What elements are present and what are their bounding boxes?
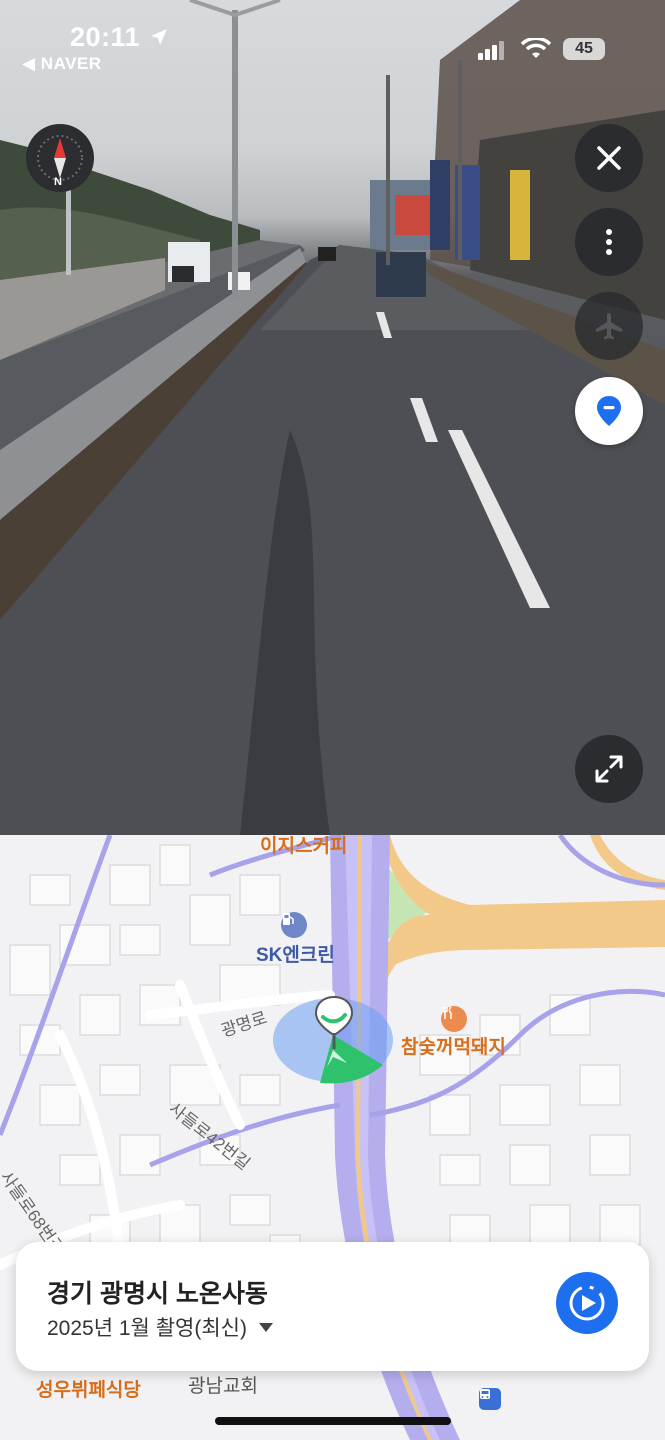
airplane-icon bbox=[596, 313, 622, 340]
caret-down-icon bbox=[258, 1322, 273, 1332]
map-label-bottom-restaurant: 성우뷔페식당 bbox=[36, 1380, 141, 1401]
capture-date-selector[interactable]: 2025년 1월 촬영(최신) bbox=[47, 1312, 273, 1342]
street-scene bbox=[0, 0, 665, 835]
street-view-panorama[interactable]: 20:11 ◀ NAVER 45 N bbox=[0, 0, 665, 835]
map-label-top-poi: 이지스커피 bbox=[260, 836, 348, 857]
play-icon bbox=[569, 1285, 605, 1321]
close-icon bbox=[597, 146, 621, 170]
close-button[interactable] bbox=[575, 124, 643, 192]
compass-button[interactable]: N bbox=[26, 124, 94, 192]
compass-north-label: N bbox=[54, 176, 62, 188]
address-title: 경기 광명시 노온사동 bbox=[47, 1280, 268, 1308]
signal-icon bbox=[478, 40, 504, 65]
bus-stop-icon bbox=[479, 1388, 501, 1410]
expand-button[interactable] bbox=[575, 735, 643, 803]
location-marker-button[interactable] bbox=[575, 377, 643, 445]
wifi-icon bbox=[520, 36, 552, 65]
more-options-button[interactable] bbox=[575, 208, 643, 276]
capture-date-label: 2025년 1월 촬영(최신) bbox=[47, 1317, 247, 1340]
gas-station-icon bbox=[281, 912, 307, 938]
play-button[interactable] bbox=[556, 1272, 618, 1334]
location-info-card[interactable]: 경기 광명시 노온사동 2025년 1월 촬영(최신) bbox=[16, 1242, 649, 1371]
battery-indicator: 45 bbox=[563, 38, 605, 60]
restaurant-icon bbox=[441, 1006, 467, 1032]
back-to-app-link[interactable]: ◀ NAVER bbox=[22, 54, 102, 74]
home-indicator[interactable] bbox=[215, 1417, 451, 1425]
more-vertical-icon bbox=[606, 229, 612, 255]
location-arrow-icon bbox=[149, 27, 169, 52]
map-label-restaurant: 참숯꺼먹돼지 bbox=[401, 1037, 506, 1058]
aerial-view-button[interactable] bbox=[575, 292, 643, 360]
expand-icon bbox=[595, 755, 623, 783]
status-time: 20:11 bbox=[70, 22, 141, 52]
map-label-gas-station: SK엔크린 bbox=[256, 945, 335, 966]
map-label-church: 광남교회 bbox=[188, 1376, 258, 1397]
location-pin-icon bbox=[597, 396, 621, 426]
